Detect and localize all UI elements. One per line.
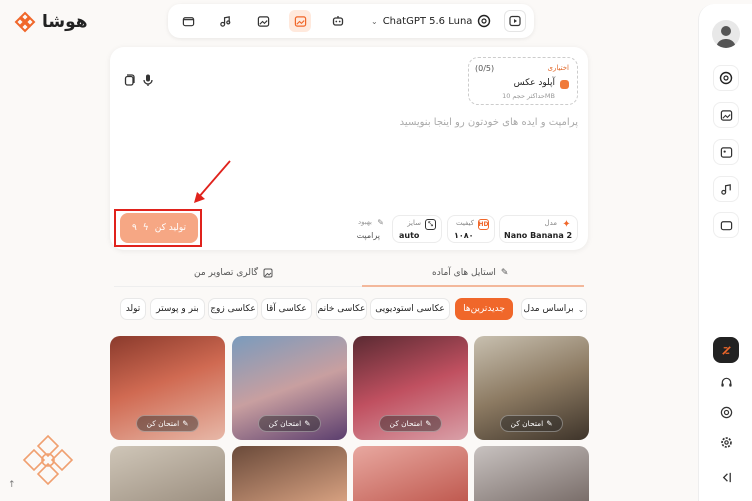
model-option[interactable]: ✦ مدل Nano Banana 2 <box>499 215 578 243</box>
size-option[interactable]: ⤡ سایز auto <box>392 215 442 243</box>
decorative-mandala-icon <box>22 434 74 486</box>
model-selector[interactable]: ⌄ ChatGPT 5.6 Luna <box>371 11 491 31</box>
annotation-arrow-icon <box>194 160 231 203</box>
folder-icon[interactable] <box>177 10 199 32</box>
style-card[interactable] <box>110 446 225 501</box>
active-tab-indicator <box>362 285 584 287</box>
try-button[interactable]: امتحان کن ✎ <box>258 415 321 432</box>
user-avatar[interactable] <box>712 20 740 48</box>
image-icon <box>263 268 273 278</box>
style-card[interactable]: امتحان کن ✎ <box>353 336 468 440</box>
gear-icon[interactable] <box>716 432 736 452</box>
style-card[interactable] <box>232 446 347 501</box>
brush-icon: ✎ <box>500 268 509 278</box>
image-edit-icon[interactable] <box>713 139 739 165</box>
size-label: سایز <box>407 219 421 227</box>
model-name: ChatGPT 5.6 Luna <box>382 15 473 27</box>
brand-logo[interactable]: هوشا <box>14 8 88 36</box>
chip-banner-poster[interactable]: بنر و پوستر <box>150 298 205 320</box>
size-value: auto <box>399 231 420 240</box>
prompt-input[interactable]: پرامپت و ایده های خودتون رو اینجا بنویسی… <box>400 117 578 128</box>
pencil-icon: ✎ <box>546 419 553 428</box>
style-card[interactable] <box>353 446 468 501</box>
image-gallery-icon[interactable] <box>713 102 739 128</box>
brand-name: هوشا <box>42 12 88 32</box>
support-icon[interactable] <box>716 402 736 422</box>
sort-label: براساس مدل <box>523 304 574 314</box>
right-sidebar <box>698 4 752 501</box>
brand-mark-icon <box>14 11 36 33</box>
tab-ready-styles[interactable]: استایل های آماده ✎ <box>432 262 508 284</box>
resize-icon: ⤡ <box>425 219 436 230</box>
chip-couple[interactable]: عکاسی زوج <box>208 298 258 320</box>
try-button[interactable]: امتحان کن ✎ <box>500 415 563 432</box>
upload-optional-tag: اختیاری <box>547 64 570 72</box>
quality-option[interactable]: HD کیفیت ۱۰۸۰ <box>447 215 495 243</box>
upload-icon <box>560 80 569 89</box>
try-button[interactable]: امتحان کن ✎ <box>136 415 199 432</box>
style-card[interactable]: امتحان کن ✎ <box>232 336 347 440</box>
chevron-down-icon: ⌄ <box>577 304 585 314</box>
upload-photo-dropzone[interactable]: اختیاری (0/5) آپلود عکس حداکثر حجم 10MB <box>468 57 578 105</box>
style-card[interactable] <box>474 446 589 501</box>
headset-icon[interactable] <box>716 372 736 392</box>
video-icon[interactable] <box>504 10 526 32</box>
chatgpt-icon[interactable] <box>713 65 739 91</box>
sparkle-icon: ✦ <box>562 219 571 230</box>
image-edit-icon[interactable] <box>289 10 311 32</box>
top-toolbar: ⌄ ChatGPT 5.6 Luna <box>168 4 534 38</box>
model-label: مدل <box>544 219 557 227</box>
sort-dropdown[interactable]: براساس مدل ⌄ <box>521 298 587 320</box>
tab-label: استایل های آماده <box>432 268 496 278</box>
chip-birthday[interactable]: تولد <box>120 298 146 320</box>
music-note-icon[interactable] <box>214 10 236 32</box>
chevron-down-icon: ⌄ <box>371 16 378 26</box>
scroll-up-icon[interactable]: ↑ <box>8 480 22 494</box>
microphone-icon[interactable] <box>141 73 155 87</box>
chip-studio[interactable]: عکاسی استودیویی <box>370 298 450 320</box>
upload-subtitle: حداکثر حجم 10MB <box>502 92 555 100</box>
enhance-prompt-option[interactable]: بهبود ✎ پرامپت <box>340 215 386 243</box>
try-button[interactable]: امتحان کن ✎ <box>379 415 442 432</box>
image-gallery-icon[interactable] <box>252 10 274 32</box>
hd-badge-icon: HD <box>478 219 489 230</box>
enhance-label: بهبود <box>357 218 372 226</box>
enhance-value: پرامپت <box>356 231 380 240</box>
music-note-icon[interactable] <box>713 176 739 202</box>
tab-my-gallery[interactable]: گالری تصاویر من <box>194 262 273 284</box>
chip-male[interactable]: عکاسی آقا <box>261 298 312 320</box>
pencil-icon: ✎ <box>182 419 189 428</box>
upload-title: آپلود عکس <box>513 78 555 88</box>
collapse-sidebar-icon[interactable] <box>716 467 736 487</box>
folder-icon[interactable] <box>713 212 739 238</box>
pencil-icon: ✎ <box>425 419 432 428</box>
wand-icon: ✎ <box>377 218 384 227</box>
quality-value: ۱۰۸۰ <box>454 231 474 240</box>
chip-female[interactable]: عکاسی خانم <box>316 298 367 320</box>
chip-newest[interactable]: جدیدترین‌ها <box>455 298 513 320</box>
upload-count: (0/5) <box>475 64 495 73</box>
copy-icon[interactable] <box>122 73 136 87</box>
robot-icon[interactable] <box>327 10 349 32</box>
model-value: Nano Banana 2 <box>504 231 573 240</box>
pencil-icon: ✎ <box>304 419 311 428</box>
style-card[interactable]: امتحان کن ✎ <box>110 336 225 440</box>
highlight-box <box>114 209 202 247</box>
style-card[interactable]: امتحان کن ✎ <box>474 336 589 440</box>
tab-label: گالری تصاویر من <box>194 268 259 278</box>
openai-logo-icon <box>478 14 491 28</box>
quality-label: کیفیت <box>456 219 474 227</box>
theme-icon[interactable] <box>713 337 739 363</box>
